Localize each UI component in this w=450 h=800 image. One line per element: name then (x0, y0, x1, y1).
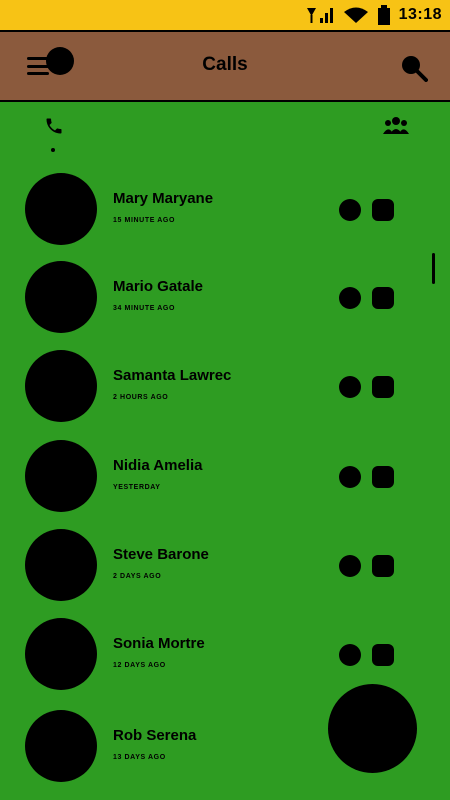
app-bar: Calls (0, 30, 450, 102)
call-list-item[interactable]: Nidia Amelia YESTERDAY (0, 431, 450, 519)
message-button[interactable] (372, 287, 394, 309)
search-icon (402, 56, 428, 82)
search-button[interactable] (400, 54, 428, 82)
call-button[interactable] (339, 287, 361, 309)
message-button[interactable] (372, 376, 394, 398)
contact-name: Rob Serena (113, 727, 197, 744)
status-time: 13:18 (398, 6, 442, 23)
contact-name: Mary Maryane (113, 190, 214, 207)
call-time: 2 HOURS AGO (113, 394, 169, 401)
call-list-item[interactable]: Samanta Lawrec 2 HOURS AGO (0, 341, 450, 429)
wifi-icon (343, 6, 369, 24)
call-time: 34 MINUTE AGO (113, 305, 175, 312)
avatar (25, 529, 97, 601)
message-button[interactable] (372, 644, 394, 666)
call-button[interactable] (339, 466, 361, 488)
call-button[interactable] (339, 555, 361, 577)
active-tab-indicator (51, 148, 55, 152)
new-call-fab[interactable] (328, 684, 417, 773)
message-button[interactable] (372, 466, 394, 488)
avatar (25, 710, 97, 782)
message-button[interactable] (372, 199, 394, 221)
tab-bar (0, 104, 450, 164)
avatar (25, 618, 97, 690)
call-time: 13 DAYS AGO (113, 754, 166, 761)
call-list-item[interactable]: Sonia Mortre 12 DAYS AGO (0, 609, 450, 697)
signal-icon (305, 6, 335, 24)
group-icon (383, 117, 409, 134)
avatar (25, 261, 97, 333)
call-button[interactable] (339, 644, 361, 666)
call-time: 12 DAYS AGO (113, 662, 166, 669)
call-list-item[interactable]: Steve Barone 2 DAYS AGO (0, 520, 450, 608)
contact-name: Mario Gatale (113, 278, 204, 295)
avatar (25, 350, 97, 422)
call-button[interactable] (339, 199, 361, 221)
contact-name: Nidia Amelia (113, 457, 203, 474)
call-button[interactable] (339, 376, 361, 398)
message-button[interactable] (372, 555, 394, 577)
page-title: Calls (202, 54, 248, 75)
phone-icon (46, 118, 62, 134)
call-list-item[interactable]: Mario Gatale 34 MINUTE AGO (0, 252, 450, 340)
contact-name: Steve Barone (113, 546, 209, 563)
call-time: YESTERDAY (113, 484, 161, 491)
tab-contacts[interactable] (376, 116, 416, 156)
contact-name: Sonia Mortre (113, 635, 205, 652)
battery-icon (377, 5, 391, 25)
avatar (25, 440, 97, 512)
status-bar: 13:18 (0, 0, 450, 30)
avatar (25, 173, 97, 245)
call-time: 2 DAYS AGO (113, 573, 162, 580)
contact-name: Samanta Lawrec (113, 367, 232, 384)
call-list-item[interactable]: Mary Maryane 15 MINUTE AGO (0, 164, 450, 252)
call-time: 15 MINUTE AGO (113, 217, 175, 224)
